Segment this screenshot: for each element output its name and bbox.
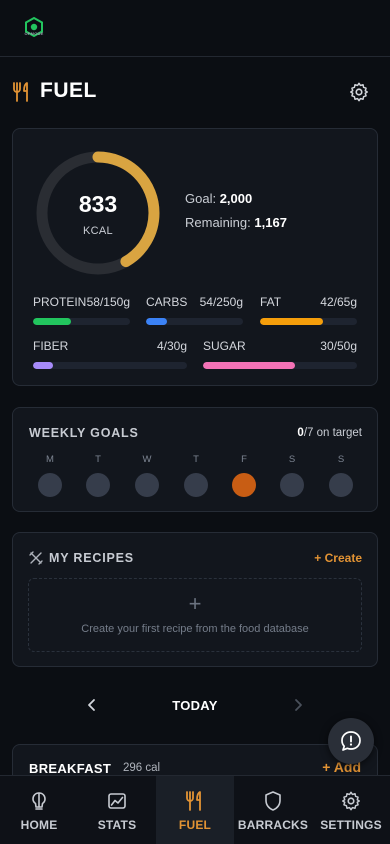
calorie-remaining: Remaining: 1,167 [185, 215, 287, 230]
day-dot [232, 473, 256, 497]
day-wednesday[interactable]: W [134, 454, 160, 497]
day-label: T [193, 454, 199, 465]
weekly-goals-card: WEEKLY GOALS 0/7 on target M T W T F S S [12, 407, 378, 512]
day-label: T [95, 454, 101, 465]
day-monday[interactable]: M [37, 454, 63, 497]
recipes-title: MY RECIPES [49, 551, 134, 565]
shield-icon [265, 791, 281, 811]
macro-sugar: SUGAR 30/50g [203, 339, 357, 369]
chevron-right-icon[interactable] [291, 697, 305, 713]
weekly-goals-title: WEEKLY GOALS [29, 426, 139, 440]
macro-label: PROTEIN [33, 295, 87, 309]
day-tuesday[interactable]: T [85, 454, 111, 497]
nav-label: HOME [20, 818, 58, 832]
chart-icon [108, 793, 126, 809]
day-friday[interactable]: F [231, 454, 257, 497]
fork-knife-icon [13, 82, 28, 102]
weekly-goals-status: 0/7 on target [297, 427, 362, 439]
macro-value: 54/250g [199, 295, 243, 309]
day-label: W [142, 454, 152, 465]
day-dot [329, 473, 353, 497]
weekly-goals-total: /7 on target [303, 427, 362, 439]
day-dot [184, 473, 208, 497]
day-dot [135, 473, 159, 497]
macro-label: FAT [260, 295, 282, 309]
day-label: F [241, 454, 247, 465]
macro-fill [33, 318, 71, 325]
macro-track [146, 318, 243, 325]
day-label: S [337, 454, 345, 465]
recipes-empty-text: Create your first recipe from the food d… [81, 623, 309, 635]
day-label: M [46, 454, 54, 465]
nav-stats[interactable]: STATS [78, 776, 156, 844]
macro-fill [146, 318, 167, 325]
day-thursday[interactable]: T [183, 454, 209, 497]
macro-fiber: FIBER 4/30g [33, 339, 187, 369]
macro-label: SUGAR [203, 339, 246, 353]
date-navigation: TODAY [0, 693, 390, 719]
chat-alert-icon [341, 731, 361, 751]
macro-fat: FAT 42/65g [260, 295, 357, 325]
nav-home[interactable]: HOME [0, 776, 78, 844]
app-logo[interactable] [22, 12, 46, 42]
day-dot [86, 473, 110, 497]
calories-unit: KCAL [83, 225, 113, 237]
nav-label: BARRACKS [237, 818, 309, 832]
day-dot [280, 473, 304, 497]
goal-label: Goal: [185, 191, 217, 206]
nav-settings[interactable]: SETTINGS [312, 776, 390, 844]
calories-consumed: 833 [78, 191, 118, 217]
macro-value: 4/30g [156, 339, 187, 353]
macro-value: 58/150g [86, 295, 130, 309]
recipes-card: MY RECIPES + Create + Create your first … [12, 532, 378, 667]
remaining-label: Remaining: [185, 215, 251, 230]
nav-label: STATS [97, 818, 137, 832]
macro-track [33, 362, 187, 369]
macro-track [33, 318, 130, 325]
macro-label: CARBS [146, 295, 188, 309]
utensils-cross-icon [29, 551, 43, 565]
logo-text: OPMODE [24, 31, 44, 36]
meal-title: BREAKFAST [29, 761, 112, 776]
fork-knife-icon [186, 791, 201, 811]
top-bar: OPMODE [0, 0, 390, 57]
macro-label: FIBER [33, 339, 69, 353]
nav-label: SETTINGS [320, 818, 382, 832]
day-dot [38, 473, 62, 497]
calories-card: 833 KCAL Goal: 2,000 Remaining: 1,167 PR… [12, 128, 378, 386]
macro-fill [33, 362, 54, 369]
nav-label: FUEL [178, 818, 212, 832]
day-label: S [288, 454, 296, 465]
chat-button[interactable] [328, 718, 374, 764]
macro-carbs: CARBS 54/250g [146, 295, 243, 325]
meal-calories: 296 cal [123, 762, 161, 774]
macro-protein: PROTEIN 58/150g [33, 295, 130, 325]
day-saturday[interactable]: S [279, 454, 305, 497]
nav-fuel[interactable]: FUEL [156, 776, 234, 844]
macro-track [203, 362, 357, 369]
nav-barracks[interactable]: BARRACKS [234, 776, 312, 844]
bottom-navigation: HOME STATS FUEL BARRACKS SETTINGS [0, 775, 390, 844]
page-title: FUEL [40, 79, 97, 102]
plus-icon: + [188, 591, 202, 616]
create-recipe-button[interactable]: + Create [314, 551, 362, 565]
gear-icon [342, 791, 360, 811]
gear-icon[interactable] [348, 81, 370, 103]
remaining-value: 1,167 [254, 215, 287, 230]
macro-track [260, 318, 357, 325]
recipes-empty-state[interactable]: + Create your first recipe from the food… [28, 578, 362, 652]
brain-icon [32, 792, 46, 810]
macro-fill [203, 362, 296, 369]
date-label: TODAY [172, 698, 218, 713]
page-header: FUEL [12, 78, 378, 106]
macro-value: 42/65g [320, 295, 357, 309]
macro-fill [260, 318, 323, 325]
macro-value: 30/50g [320, 339, 357, 353]
day-sunday[interactable]: S [328, 454, 354, 497]
goal-value: 2,000 [219, 191, 253, 206]
calorie-goal: Goal: 2,000 [185, 191, 252, 206]
